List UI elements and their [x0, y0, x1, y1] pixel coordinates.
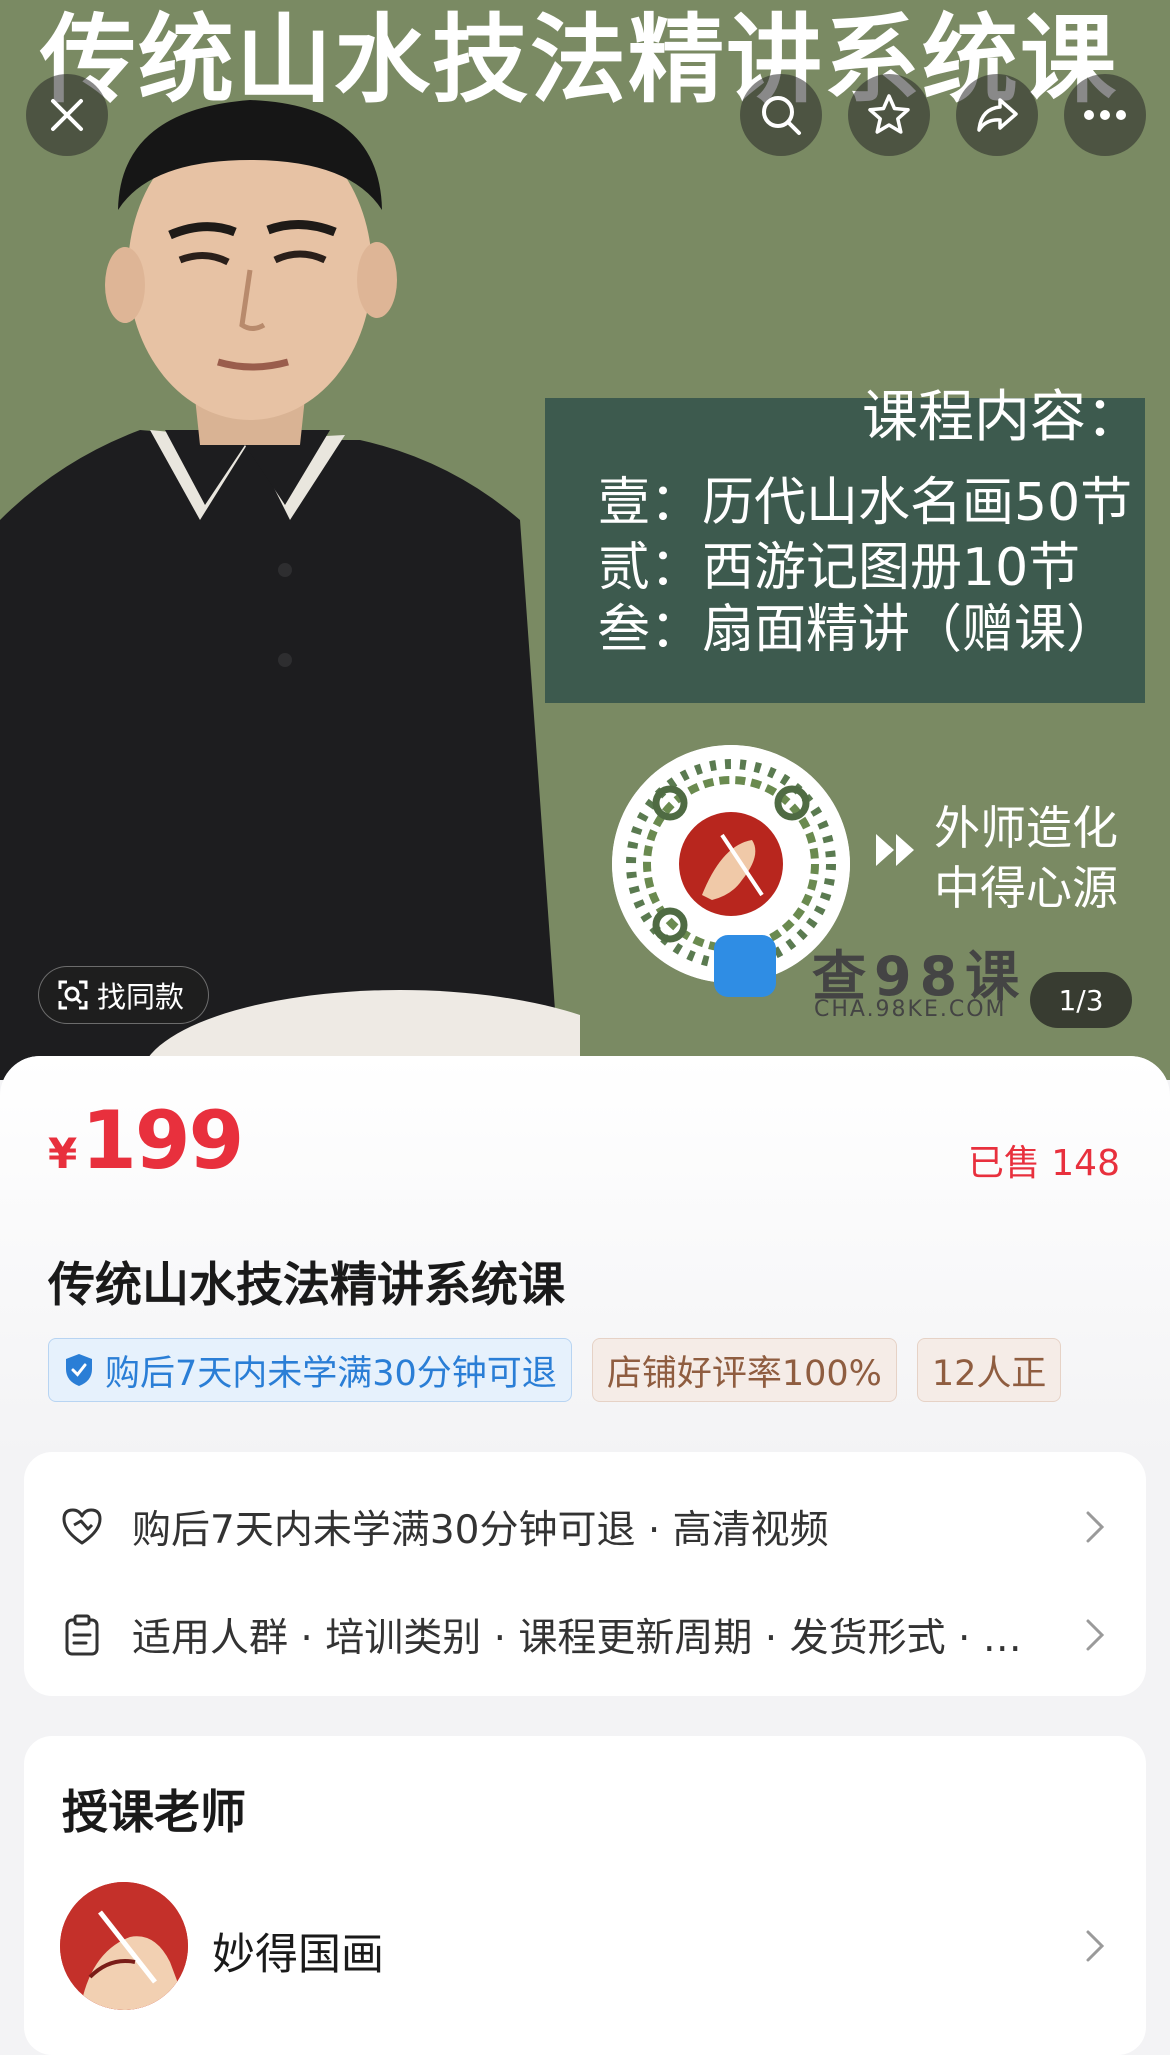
price-symbol: ¥	[48, 1129, 78, 1178]
params-row-text: 适用人群 · 培训类别 · 课程更新周期 · 发货形式 · …	[132, 1616, 1022, 1661]
share-icon	[977, 98, 1018, 132]
avatar-illustration	[60, 1882, 188, 2010]
service-row[interactable]: 购后7天内未学满30分钟可退 · 高清视频	[24, 1482, 1146, 1572]
close-icon	[51, 99, 83, 131]
service-row-text: 购后7天内未学满30分钟可退 · 高清视频	[132, 1508, 829, 1553]
teacher-card: 授课老师 妙得国画	[24, 1736, 1146, 2055]
star-icon	[868, 94, 910, 134]
watermark-logo-icon	[714, 935, 776, 997]
favorite-button[interactable]	[848, 74, 930, 156]
course-content-title: 课程内容：	[862, 385, 1142, 450]
price: ¥ 199	[48, 1094, 244, 1187]
find-same-button[interactable]: 找同款	[38, 966, 210, 1024]
teacher-heading: 授课老师	[62, 1785, 246, 1839]
teacher-portrait	[0, 100, 580, 1080]
rating-tag[interactable]: 店铺好评率100%	[591, 1338, 897, 1402]
search-icon	[762, 96, 801, 135]
refund-tag-label: 购后7天内未学满30分钟可退	[105, 1353, 557, 1394]
find-same-label: 找同款	[97, 980, 185, 1014]
more-icon	[1084, 110, 1126, 120]
sold-count: 已售 148	[967, 1143, 1120, 1184]
double-arrow-icon	[876, 834, 914, 866]
shield-check-icon	[66, 1354, 92, 1386]
product-sheet: ¥ 199 已售 148 传统山水技法精讲系统课 购后7天内未学满30分钟可退 …	[0, 1056, 1170, 2055]
share-button[interactable]	[956, 74, 1038, 156]
more-button[interactable]	[1064, 74, 1146, 156]
motto-line: 外师造化	[934, 801, 1118, 855]
learners-tag[interactable]: 12人正	[916, 1338, 1062, 1402]
motto-line: 中得心源	[934, 861, 1118, 915]
chevron-right-icon	[1086, 1619, 1105, 1651]
refund-tag[interactable]: 购后7天内未学满30分钟可退	[48, 1338, 572, 1402]
course-line: 叁：扇面精讲（赠课）	[598, 600, 1119, 660]
clipboard-icon	[65, 1614, 99, 1656]
params-row[interactable]: 适用人群 · 培训类别 · 课程更新周期 · 发货形式 · …	[24, 1590, 1146, 1680]
chevron-right-icon	[1086, 1511, 1105, 1543]
service-info-card: 购后7天内未学满30分钟可退 · 高清视频 适用人群 · 培训类别 · 课程更新…	[24, 1452, 1146, 1696]
chevron-right-icon[interactable]	[1084, 1928, 1106, 1964]
tag-row[interactable]: 购后7天内未学满30分钟可退 店铺好评率100% 12人正	[48, 1338, 1122, 1406]
teacher-name[interactable]: 妙得国画	[212, 1920, 384, 1982]
image-pager: 1/3	[1030, 972, 1132, 1028]
scan-icon	[58, 980, 88, 1010]
teacher-avatar[interactable]	[60, 1882, 188, 2010]
close-button[interactable]	[26, 74, 108, 156]
course-line: 壹：历代山水名画50节	[598, 473, 1133, 533]
rating-tag-label: 店铺好评率100%	[606, 1353, 882, 1394]
learners-tag-label: 12人正	[931, 1353, 1047, 1394]
hero-image[interactable]: 传统山水技法精讲系统课 课程内容： 壹：历代山水名画50节 贰：西游记图册10节…	[0, 0, 1170, 1080]
watermark-url: CHA.98KE.COM	[814, 997, 1007, 1022]
search-button[interactable]	[740, 74, 822, 156]
price-value: 199	[81, 1094, 244, 1187]
product-title: 传统山水技法精讲系统课	[48, 1258, 565, 1313]
heart-refund-icon	[62, 1508, 102, 1545]
